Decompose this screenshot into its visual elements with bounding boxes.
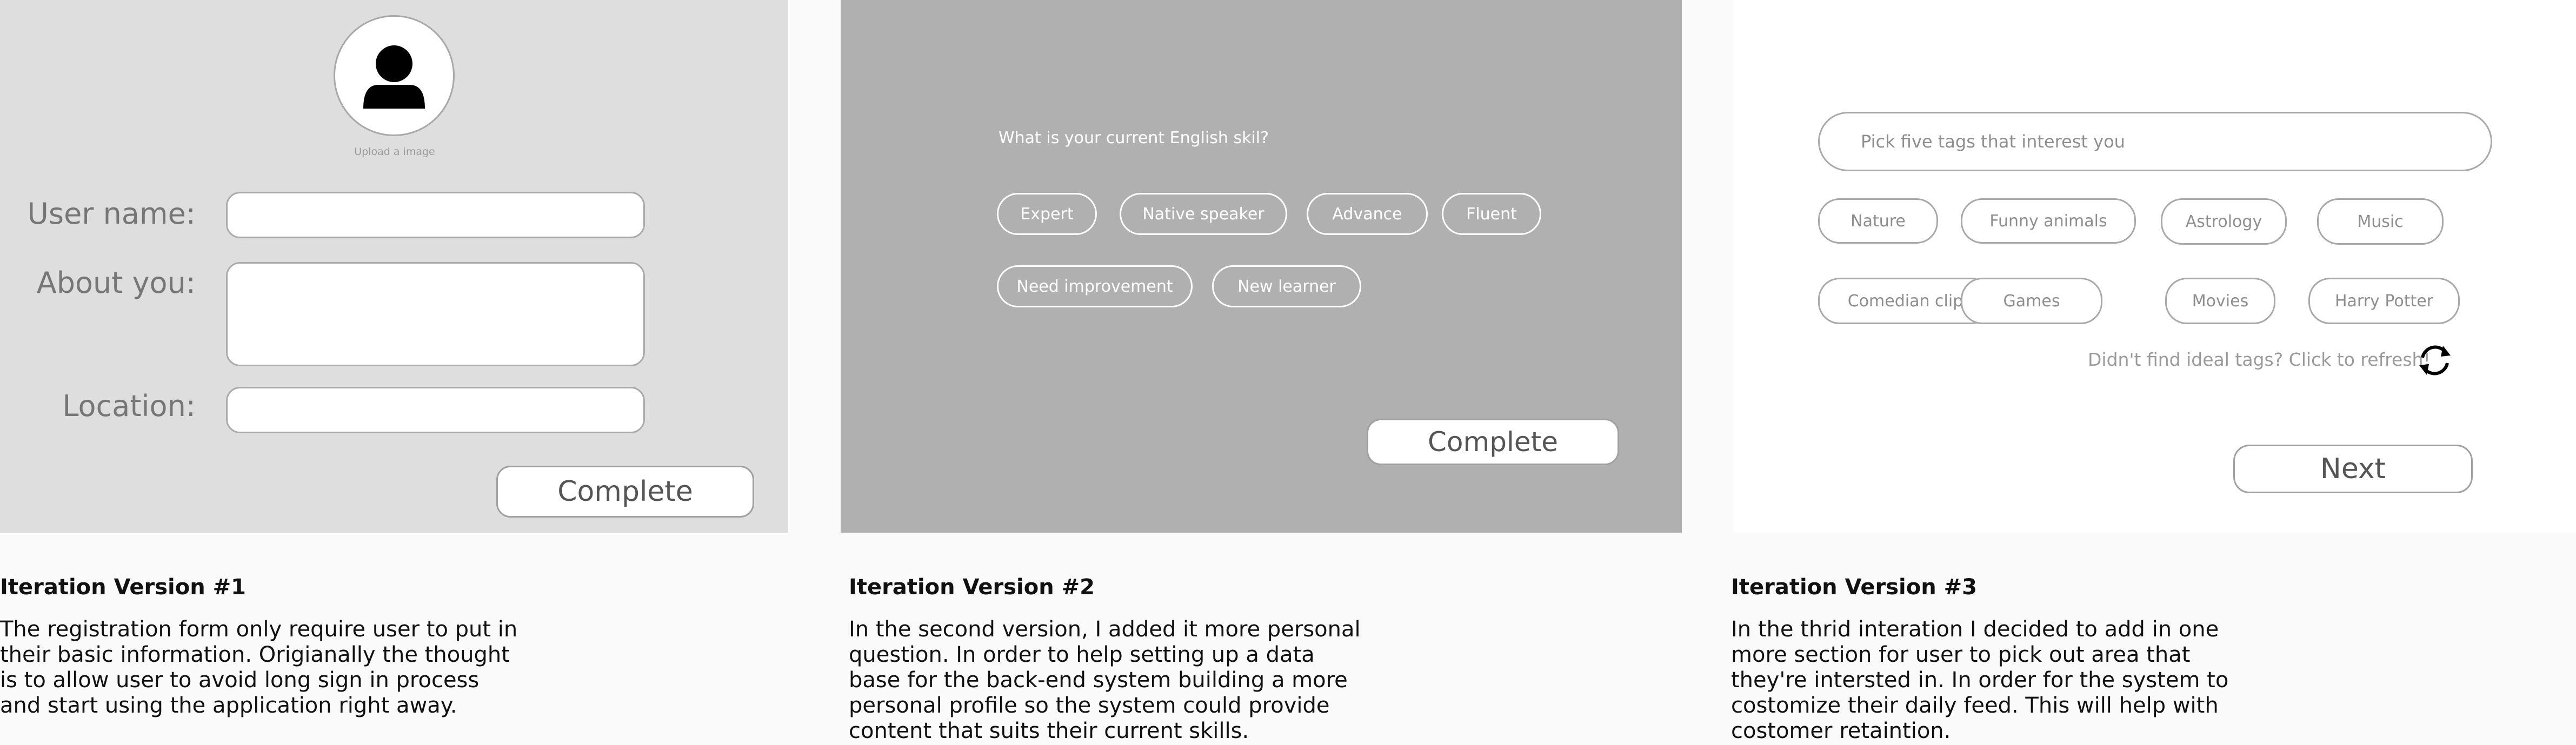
tag-funny-animals[interactable]: Funny animals bbox=[1961, 198, 2136, 244]
skill-option-need-improvement[interactable]: Need improvement bbox=[997, 265, 1193, 307]
avatar-upload[interactable] bbox=[334, 15, 455, 136]
skill-option-expert[interactable]: Expert bbox=[997, 193, 1097, 235]
about-label: About you: bbox=[36, 266, 196, 300]
skill-option-fluent[interactable]: Fluent bbox=[1442, 193, 1541, 235]
location-label: Location: bbox=[62, 389, 196, 423]
iteration-3-screen: Pick five tags that interest you Nature … bbox=[1734, 0, 2576, 533]
tag-music[interactable]: Music bbox=[2317, 198, 2444, 245]
username-label: User name: bbox=[27, 197, 196, 231]
iteration-1-screen: Upload a image User name: About you: Loc… bbox=[0, 0, 788, 533]
user-avatar-icon bbox=[363, 45, 425, 109]
iteration-1-caption: Iteration Version #1 The registration fo… bbox=[0, 575, 541, 719]
skill-option-native-speaker[interactable]: Native speaker bbox=[1120, 193, 1287, 235]
tag-harry-potter[interactable]: Harry Potter bbox=[2308, 278, 2460, 324]
tag-astrology[interactable]: Astrology bbox=[2161, 198, 2287, 245]
complete-button[interactable]: Complete bbox=[496, 466, 754, 518]
tag-movies[interactable]: Movies bbox=[2165, 278, 2275, 324]
caption-title: Iteration Version #1 bbox=[0, 575, 246, 600]
caption-title: Iteration Version #2 bbox=[849, 575, 1095, 600]
caption-body: In the second version, I added it more p… bbox=[849, 617, 1361, 743]
iteration-2-caption: Iteration Version #2 In the second versi… bbox=[849, 575, 1389, 744]
caption-body: The registration form only require user … bbox=[0, 617, 518, 718]
skill-option-advance[interactable]: Advance bbox=[1307, 193, 1428, 235]
tag-games[interactable]: Games bbox=[1961, 278, 2102, 324]
about-textarea[interactable] bbox=[226, 262, 645, 366]
skill-option-new-learner[interactable]: New learner bbox=[1212, 265, 1361, 307]
upload-image-label: Upload a image bbox=[354, 146, 435, 158]
tag-search-input[interactable]: Pick five tags that interest you bbox=[1818, 112, 2492, 171]
iteration-2-screen: What is your current English skil? Exper… bbox=[841, 0, 1682, 533]
refresh-hint-text: Didn't find ideal tags? Click to refresh… bbox=[2088, 349, 2431, 370]
location-input[interactable] bbox=[226, 387, 645, 433]
next-button[interactable]: Next bbox=[2233, 445, 2473, 493]
iteration-3-caption: Iteration Version #3 In the thrid intera… bbox=[1731, 575, 2272, 744]
caption-title: Iteration Version #3 bbox=[1731, 575, 1977, 600]
username-input[interactable] bbox=[226, 192, 645, 238]
tag-nature[interactable]: Nature bbox=[1818, 198, 1938, 244]
skill-question: What is your current English skil? bbox=[999, 129, 1269, 147]
complete-button[interactable]: Complete bbox=[1367, 419, 1619, 465]
refresh-icon[interactable] bbox=[2416, 341, 2454, 379]
caption-body: In the thrid interation I decided to add… bbox=[1731, 617, 2229, 743]
